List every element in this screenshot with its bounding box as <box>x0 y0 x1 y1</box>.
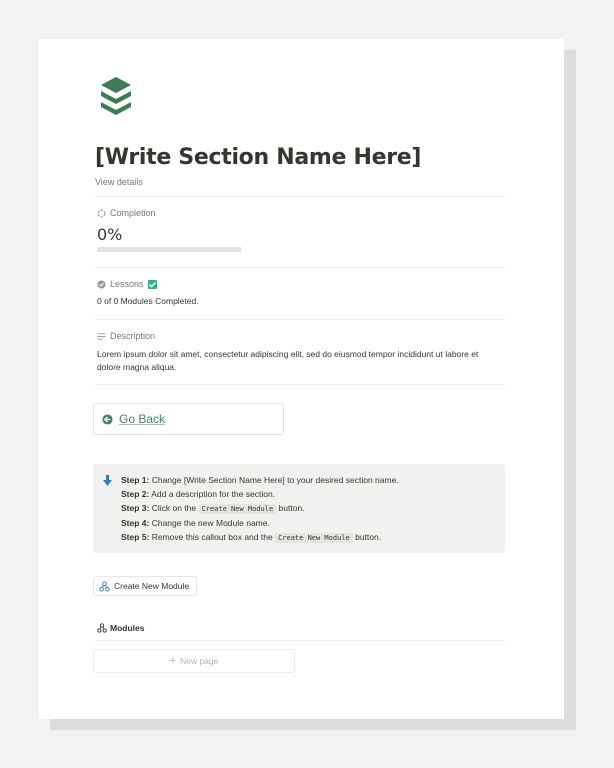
divider <box>95 319 505 320</box>
loading-circle-icon <box>97 209 106 217</box>
inline-code: Create New Module <box>198 504 277 514</box>
divider <box>95 196 505 197</box>
create-new-module-label: Create New Module <box>114 581 190 591</box>
description-text[interactable]: Lorem ipsum dolor sit amet, consectetur … <box>97 348 497 373</box>
lessons-property: Lessons <box>97 279 157 289</box>
step-text: Click on the <box>151 503 197 513</box>
callout-step: Step 2: Add a description for the sectio… <box>121 487 495 501</box>
step-text: Remove this callout box and the <box>151 532 273 542</box>
description-label: Description <box>110 331 156 341</box>
page-canvas: [Write Section Name Here] View details C… <box>39 39 564 719</box>
completion-property: Completion <box>97 208 156 218</box>
go-back-button[interactable]: Go Back <box>93 403 284 435</box>
divider <box>95 640 505 641</box>
modules-completed-text: 0 of 0 Modules Completed. <box>97 296 199 306</box>
step-label: Step 4: <box>121 518 150 528</box>
new-page-label: New page <box>180 656 219 666</box>
check-circle-icon <box>97 279 106 289</box>
callout-step: Step 5: Remove this callout box and the … <box>121 530 495 545</box>
lessons-label: Lessons <box>110 279 144 289</box>
step-label: Step 2: <box>121 489 150 499</box>
callout-step: Step 3: Click on the Create New Module b… <box>121 501 495 516</box>
description-property: Description <box>97 331 155 341</box>
callout-step: Step 4: Change the new Module name. <box>121 516 495 530</box>
text-lines-icon <box>97 332 106 340</box>
arrow-down-icon <box>103 475 112 486</box>
divider <box>95 384 505 385</box>
create-new-module-button[interactable]: Create New Module <box>93 576 198 596</box>
completion-value: 0% <box>97 225 123 244</box>
step-text: button. <box>278 503 305 513</box>
inline-code: Create New Module <box>275 533 353 543</box>
instructions-callout: Step 1: Change [Write Section Name Here]… <box>93 464 505 553</box>
page-title[interactable]: [Write Section Name Here] <box>95 145 421 170</box>
new-page-button[interactable]: + New page <box>93 649 295 673</box>
plus-icon: + <box>169 654 177 667</box>
step-text: Change [Write Section Name Here] to your… <box>151 475 399 485</box>
modules-heading-label: Modules <box>110 623 145 633</box>
step-label: Step 5: <box>121 532 150 542</box>
arrow-left-circle-icon <box>102 413 113 425</box>
step-label: Step 3: <box>121 503 150 513</box>
step-label: Step 1: <box>121 475 150 485</box>
completion-label: Completion <box>110 208 156 218</box>
step-text: button. <box>355 532 382 542</box>
checkbox-icon <box>147 279 157 289</box>
hierarchy-icon <box>97 623 107 633</box>
modules-heading: Modules <box>97 623 144 633</box>
stack-layers-icon <box>101 77 131 115</box>
callout-step: Step 1: Change [Write Section Name Here]… <box>121 473 495 487</box>
divider <box>95 267 505 268</box>
step-text: Add a description for the section. <box>151 489 276 499</box>
view-details-link[interactable]: View details <box>95 177 143 187</box>
step-text: Change the new Module name. <box>151 518 270 528</box>
completion-progress-bar <box>97 247 242 252</box>
hierarchy-icon <box>99 580 110 592</box>
go-back-label: Go Back <box>119 412 166 426</box>
